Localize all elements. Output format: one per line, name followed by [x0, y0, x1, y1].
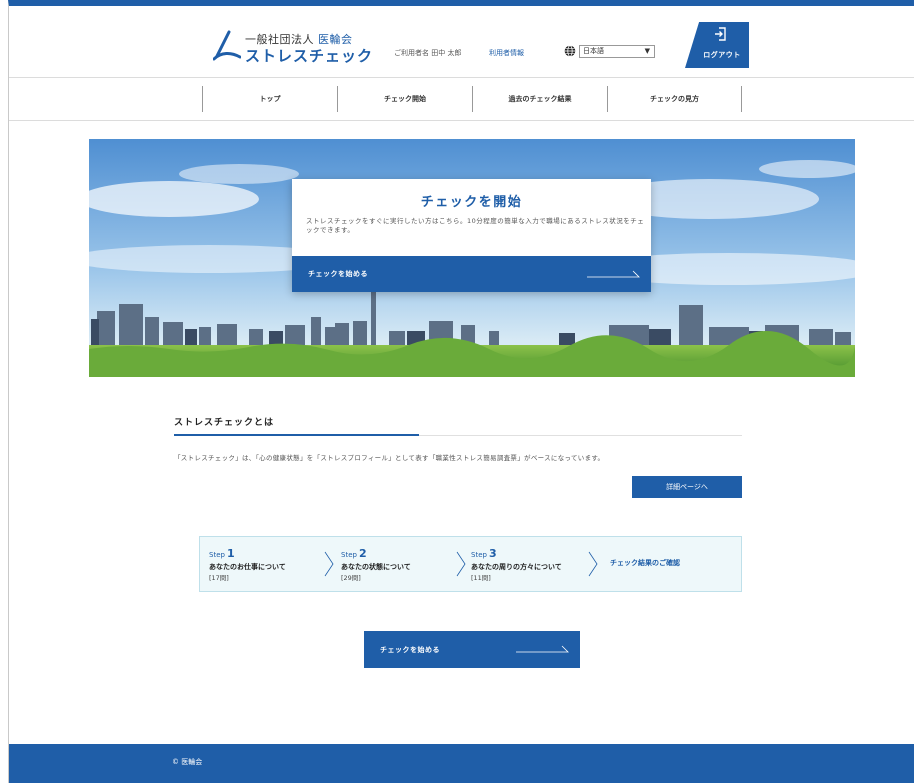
- check-start-card: チェックを開始 ストレスチェックをすぐに実行したい方はこちら。10分程度の簡単な…: [292, 179, 651, 292]
- step-word: Step: [209, 551, 225, 559]
- language-select[interactable]: 日本語 ▼: [579, 45, 655, 58]
- step-description: あなたの周りの方々について: [471, 563, 562, 571]
- page-frame: 一般社団法人 医輪会 ストレスチェック ご利用者名 田中 太郎 利用者情報 日本語…: [8, 0, 914, 783]
- footer-copyright: © 医輪会: [172, 758, 203, 766]
- header: 一般社団法人 医輪会 ストレスチェック ご利用者名 田中 太郎 利用者情報 日本語…: [9, 12, 914, 78]
- arrow-right-icon: [516, 645, 569, 653]
- step-number: 2: [358, 547, 367, 560]
- about-divider: [174, 434, 742, 436]
- steps-panel: Step 1 あなたのお仕事について [17問] Step 2 あなたの状態について…: [199, 536, 742, 592]
- step-description: あなたの状態について: [341, 563, 411, 571]
- step-word: Step: [341, 551, 357, 559]
- step-word: Step: [471, 551, 487, 559]
- step-item: Step 3 あなたの周りの方々について [11問]: [471, 547, 562, 582]
- chevron-right-icon: [456, 551, 466, 577]
- about-section-title: ストレスチェックとは: [174, 418, 275, 428]
- user-name-label: ご利用者名 田中 太郎: [394, 49, 462, 57]
- step-question-count: [29問]: [341, 574, 361, 582]
- nav-item-check-start[interactable]: チェック開始: [337, 86, 472, 112]
- nav-item-how-to-read[interactable]: チェックの見方: [607, 86, 742, 112]
- logout-label: ログアウト: [703, 51, 741, 59]
- detail-page-button[interactable]: 詳細ページへ: [632, 476, 742, 498]
- step-description: あなたのお仕事について: [209, 563, 286, 571]
- language-selected-value: 日本語: [583, 47, 604, 55]
- chevron-down-icon: ▼: [644, 47, 650, 55]
- card-start-check-label: チェックを始める: [308, 270, 368, 278]
- globe-icon: [564, 45, 576, 57]
- user-info-link[interactable]: 利用者情報: [489, 48, 524, 58]
- about-description: 「ストレスチェック」は、「心の健康状態」を「ストレスプロフィール」として表す「職…: [174, 454, 605, 462]
- card-title: チェックを開始: [420, 195, 523, 210]
- step-item: Step 1 あなたのお仕事について [17問]: [209, 547, 286, 582]
- arrow-right-icon: [587, 270, 640, 278]
- nav-item-past-results[interactable]: 過去のチェック結果: [472, 86, 607, 112]
- footer: © 医輪会: [9, 744, 914, 783]
- site-logo[interactable]: 一般社団法人 医輪会 ストレスチェック: [213, 28, 372, 68]
- logout-icon: [715, 27, 726, 41]
- logo-service-name: ストレスチェック: [245, 47, 374, 65]
- nav-item-top[interactable]: トップ: [202, 86, 337, 112]
- start-check-label: チェックを始める: [380, 646, 440, 654]
- step-item: Step 2 あなたの状態について [29問]: [341, 547, 411, 582]
- step-number: 3: [488, 547, 497, 560]
- main-nav: トップ チェック開始 過去のチェック結果 チェックの見方: [9, 78, 914, 121]
- card-start-check-button[interactable]: チェックを始める: [292, 256, 651, 292]
- step-number: 1: [226, 547, 235, 560]
- step-question-count: [11問]: [471, 574, 491, 582]
- step-question-count: [17問]: [209, 574, 229, 582]
- step-final-result: チェック結果のご確認: [610, 559, 680, 567]
- chevron-right-icon: [324, 551, 334, 577]
- logout-button[interactable]: ログアウト: [685, 22, 749, 68]
- card-description: ストレスチェックをすぐに実行したい方はこちら。10分程度の簡単な入力で職場にある…: [306, 217, 645, 234]
- chevron-right-icon: [588, 551, 598, 577]
- logo-mark-icon: [213, 30, 241, 61]
- start-check-button[interactable]: チェックを始める: [364, 631, 580, 668]
